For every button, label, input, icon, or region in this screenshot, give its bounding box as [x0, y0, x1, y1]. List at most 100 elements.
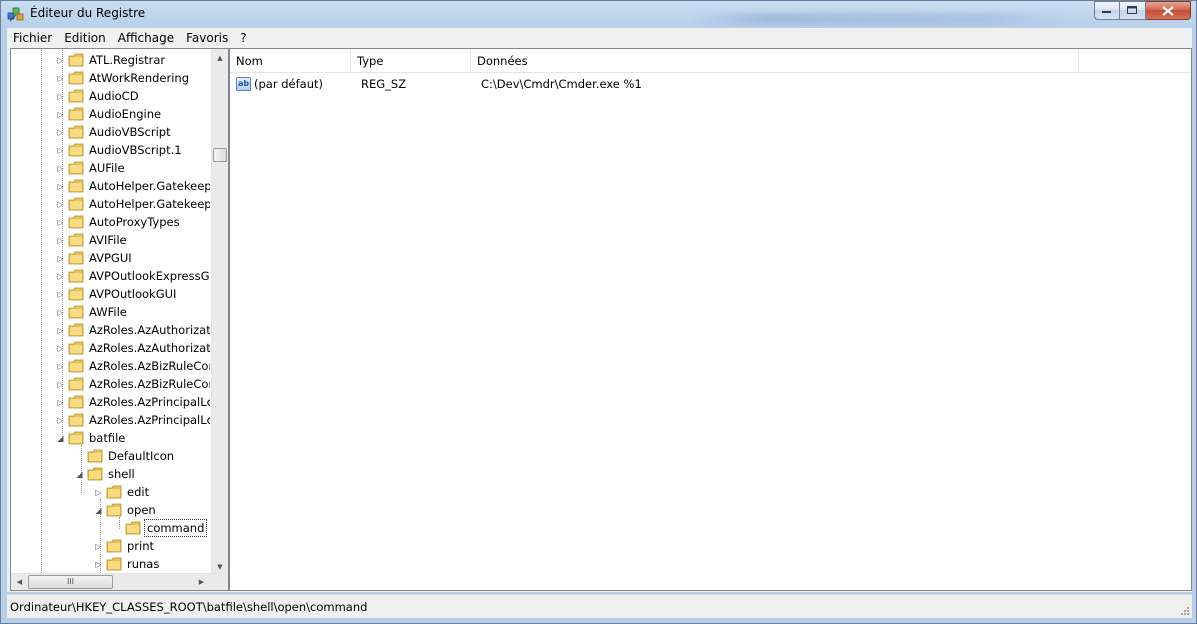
tree-item[interactable]: ▷ AzRoles.AzAuthorizati	[56, 339, 210, 357]
expand-arrow-icon[interactable]: ▷	[56, 146, 65, 155]
tree-item-label: AzRoles.AzAuthorizati	[89, 341, 210, 355]
expand-arrow-icon[interactable]: ▷	[56, 164, 65, 173]
menu-affichage[interactable]: Affichage	[112, 31, 180, 45]
tree-item[interactable]: ▷ AzRoles.AzAuthorizati	[56, 321, 210, 339]
tree-item[interactable]: ▷ AUFile	[56, 159, 127, 177]
tree-item[interactable]: ▷ AVPOutlookGUI	[56, 285, 178, 303]
tree-item[interactable]: ▷ AudioCD	[56, 87, 141, 105]
folder-icon	[68, 395, 84, 409]
tree-item[interactable]: ◢ batfile	[56, 429, 127, 447]
expand-arrow-icon[interactable]: ▷	[56, 182, 65, 191]
close-button[interactable]	[1146, 1, 1191, 20]
tree-item[interactable]: ▷ AzRoles.AzPrincipalLc	[56, 393, 210, 411]
collapse-arrow-icon[interactable]: ◢	[75, 470, 84, 479]
window-title: Éditeur du Registre	[30, 6, 146, 20]
expand-arrow-icon[interactable]: ▷	[56, 326, 65, 335]
expand-arrow-icon[interactable]: ▷	[94, 560, 103, 569]
tree-horizontal-scrollbar[interactable]: ◀ III ▶	[11, 573, 228, 590]
expand-arrow-icon[interactable]: ▷	[56, 200, 65, 209]
expand-arrow-icon[interactable]: ▷	[56, 362, 65, 371]
tree-item[interactable]: ▷ AzRoles.AzPrincipalLc	[56, 411, 210, 429]
tree-item[interactable]: ▷ edit	[94, 483, 151, 501]
expand-arrow-icon[interactable]: ▷	[56, 254, 65, 263]
folder-icon	[68, 341, 84, 355]
expand-arrow-icon[interactable]: ▷	[56, 110, 65, 119]
expand-arrow-icon[interactable]: ▷	[56, 416, 65, 425]
folder-icon	[68, 323, 84, 337]
tree-item-label: batfile	[89, 431, 126, 445]
tree-item[interactable]: ◢ shell	[75, 465, 137, 483]
tree-item[interactable]: ▷ runas	[94, 555, 161, 573]
tree-item[interactable]: ▷ print	[94, 537, 156, 555]
tree-item[interactable]: ▷ AudioEngine	[56, 105, 163, 123]
tree-item[interactable]: ▷ AudioVBScript.1	[56, 141, 184, 159]
column-header-donnees[interactable]: Données	[471, 49, 1079, 73]
tree-item[interactable]: ▷ AutoHelper.Gatekeep	[56, 177, 210, 195]
tree-item[interactable]: DefaultIcon	[75, 447, 176, 465]
tree-item-label: AVPOutlookGUI	[89, 287, 177, 301]
tree-item[interactable]: ▷ AVIFile	[56, 231, 129, 249]
expand-arrow-icon[interactable]: ▷	[56, 290, 65, 299]
tree-item[interactable]: command	[113, 519, 208, 537]
expand-arrow-icon[interactable]: ▷	[56, 380, 65, 389]
expand-arrow-icon[interactable]: ▷	[94, 488, 103, 497]
expand-arrow-icon[interactable]: ▷	[56, 308, 65, 317]
tree-vertical-scrollbar[interactable]: ▲ ▼	[211, 49, 228, 575]
scroll-right-arrow-icon[interactable]: ▶	[193, 574, 210, 590]
tree-item[interactable]: ▷ AutoHelper.Gatekeep	[56, 195, 210, 213]
collapse-arrow-icon[interactable]: ◢	[56, 434, 65, 443]
tree-item[interactable]: ▷ ATL.Registrar	[56, 51, 167, 69]
menu-help[interactable]: ?	[234, 31, 252, 45]
tree-item[interactable]: ▷ AzRoles.AzBizRuleCor	[56, 357, 210, 375]
tree-item[interactable]: ◢ open	[94, 501, 158, 519]
expand-arrow-icon[interactable]: ▷	[56, 74, 65, 83]
tree-item[interactable]: ▷ AVPOutlookExpressGU	[56, 267, 210, 285]
expand-arrow-icon[interactable]: ▷	[56, 344, 65, 353]
scroll-left-arrow-icon[interactable]: ◀	[11, 574, 28, 590]
value-name: (par défaut)	[254, 76, 323, 91]
tree-item[interactable]: ▷ AtWorkRendering	[56, 69, 191, 87]
folder-icon	[68, 233, 84, 247]
menu-favoris[interactable]: Favoris	[180, 31, 234, 45]
tree-item[interactable]: ▷ AutoProxyTypes	[56, 213, 182, 231]
expand-arrow-icon[interactable]: ▷	[56, 236, 65, 245]
menu-bar: Fichier Edition Affichage Favoris ?	[7, 28, 1192, 48]
expand-arrow-icon[interactable]: ▷	[94, 542, 103, 551]
resize-grip-icon[interactable]	[1180, 606, 1190, 616]
tree-item[interactable]: ▷ AWFile	[56, 303, 129, 321]
folder-icon	[68, 305, 84, 319]
value-row[interactable]: ab (par défaut) REG_SZ C:\Dev\Cmdr\Cmder…	[230, 74, 642, 93]
menu-edition[interactable]: Edition	[58, 31, 112, 45]
menu-fichier[interactable]: Fichier	[7, 31, 58, 45]
tree-item[interactable]: ▷ AzRoles.AzBizRuleCor	[56, 375, 210, 393]
tree-item-label: AudioCD	[89, 89, 139, 103]
expand-arrow-icon[interactable]: ▷	[56, 398, 65, 407]
tree-item[interactable]: ▷ AVPGUI	[56, 249, 134, 267]
expand-arrow-icon[interactable]: ▷	[56, 56, 65, 65]
scroll-up-arrow-icon[interactable]: ▲	[212, 49, 228, 66]
expand-arrow-icon[interactable]: ▷	[56, 272, 65, 281]
tree-vertical-scroll-thumb[interactable]	[213, 148, 227, 162]
expand-arrow-icon[interactable]: ▷	[56, 92, 65, 101]
tree-horizontal-scroll-thumb[interactable]: III	[28, 575, 113, 589]
tree-item[interactable]: ▷ AudioVBScript	[56, 123, 173, 141]
column-header-filler	[1079, 49, 1191, 73]
expand-arrow-icon[interactable]: ▷	[56, 128, 65, 137]
title-bar[interactable]: Éditeur du Registre	[1, 1, 1196, 28]
column-header-nom[interactable]: Nom	[230, 49, 351, 73]
minimize-button[interactable]	[1094, 1, 1120, 20]
tree-item-label: AWFile	[89, 305, 127, 319]
regedit-app-icon	[7, 7, 24, 22]
title-bar-glass	[691, 13, 1071, 25]
folder-icon	[68, 107, 84, 121]
folder-icon	[68, 215, 84, 229]
column-header-type[interactable]: Type	[351, 49, 471, 73]
collapse-arrow-icon[interactable]: ◢	[94, 506, 103, 515]
maximize-button[interactable]	[1120, 1, 1146, 20]
folder-icon	[87, 467, 103, 481]
tree-item-label: AtWorkRendering	[89, 71, 190, 85]
folder-icon	[106, 485, 122, 499]
tree-item-label: AUFile	[89, 161, 125, 175]
expand-arrow-icon[interactable]: ▷	[56, 218, 65, 227]
